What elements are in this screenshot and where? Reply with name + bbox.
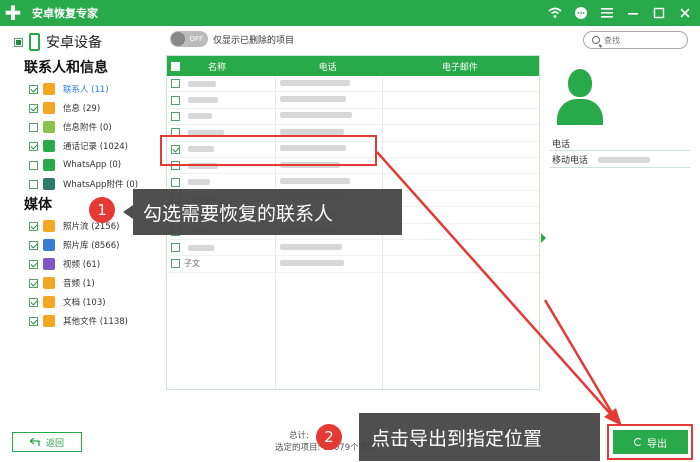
step1-badge: 1 [89, 197, 115, 223]
step1-callout: 勾选需要恢复的联系人 [123, 189, 402, 235]
step2-text: 点击导出到指定位置 [371, 427, 543, 450]
step2-callout: 点击导出到指定位置 [359, 413, 600, 461]
step1-text: 勾选需要恢复的联系人 [143, 202, 334, 225]
step2-badge: 2 [316, 424, 342, 450]
